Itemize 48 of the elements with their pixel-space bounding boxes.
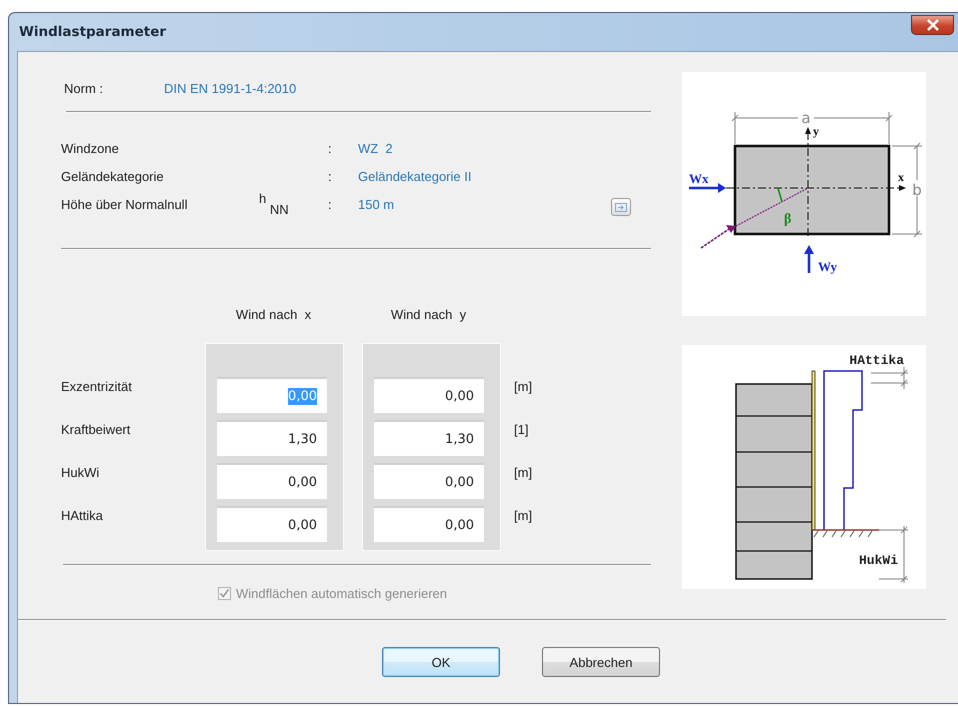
dimension-label: HukWi bbox=[858, 553, 898, 568]
unit-label: [m] bbox=[514, 507, 532, 525]
field-value: Geländekategorie II bbox=[358, 168, 472, 184]
edit-button[interactable] bbox=[611, 198, 631, 216]
column-header: Wind nach y bbox=[390, 306, 468, 322]
ok-button[interactable]: OK bbox=[382, 647, 500, 677]
row-label: HAttika bbox=[61, 507, 104, 525]
row-label: Exzentrizität bbox=[61, 378, 133, 396]
field-label: Geländekategorie bbox=[61, 168, 165, 184]
field-value: 150 m bbox=[358, 196, 396, 212]
angle-mark bbox=[777, 188, 783, 202]
row-label: Kraftbeiwert bbox=[61, 421, 132, 439]
wind-label: Wx bbox=[689, 171, 708, 186]
field-label: Windzone bbox=[61, 140, 120, 156]
input-field[interactable]: 1,30 bbox=[374, 420, 484, 456]
dimension-label: a bbox=[801, 109, 811, 127]
column-header: Wind nach x bbox=[234, 306, 312, 322]
unit-label: [m] bbox=[514, 464, 532, 482]
input-field[interactable]: 1,30 bbox=[217, 420, 327, 456]
close-button[interactable] bbox=[911, 15, 954, 35]
ground-line bbox=[813, 529, 879, 538]
axis-label: x bbox=[898, 170, 904, 184]
colon-label: : bbox=[327, 140, 333, 156]
row-label: HukWi bbox=[61, 464, 100, 482]
frame-icon bbox=[615, 202, 627, 212]
unit-label: [1] bbox=[514, 421, 530, 439]
input-field[interactable]: 0,00 bbox=[374, 463, 484, 499]
input-field[interactable]: 0,00 bbox=[217, 506, 327, 542]
field-label: Höhe über Normalnull bbox=[61, 196, 188, 212]
colon-label: : bbox=[327, 196, 333, 212]
axis-label: y bbox=[813, 124, 819, 138]
dimension-label: HAttika bbox=[849, 353, 904, 368]
dimension-line bbox=[870, 366, 908, 390]
input-field[interactable]: 0,00 bbox=[374, 377, 484, 413]
field-value: WZ 2 bbox=[358, 140, 394, 156]
norm-label: Norm : bbox=[64, 80, 104, 96]
wind-label: Wy bbox=[818, 259, 838, 274]
colon-label: : bbox=[327, 168, 333, 184]
close-icon bbox=[924, 19, 940, 31]
checkbox-label: Windflächen automatisch generieren bbox=[236, 586, 448, 600]
norm-value: DIN EN 1991-1-4:2010 bbox=[164, 80, 296, 96]
input-field[interactable]: 0,00 bbox=[374, 506, 484, 542]
window-title: Windlastparameter bbox=[18, 24, 166, 40]
unit-label: [m] bbox=[514, 378, 532, 396]
angle-label: β bbox=[784, 212, 792, 227]
dimension-label: b bbox=[912, 181, 922, 199]
cancel-button[interactable]: Abbrechen bbox=[542, 647, 660, 677]
input-field[interactable]: 0,00 bbox=[217, 463, 327, 499]
